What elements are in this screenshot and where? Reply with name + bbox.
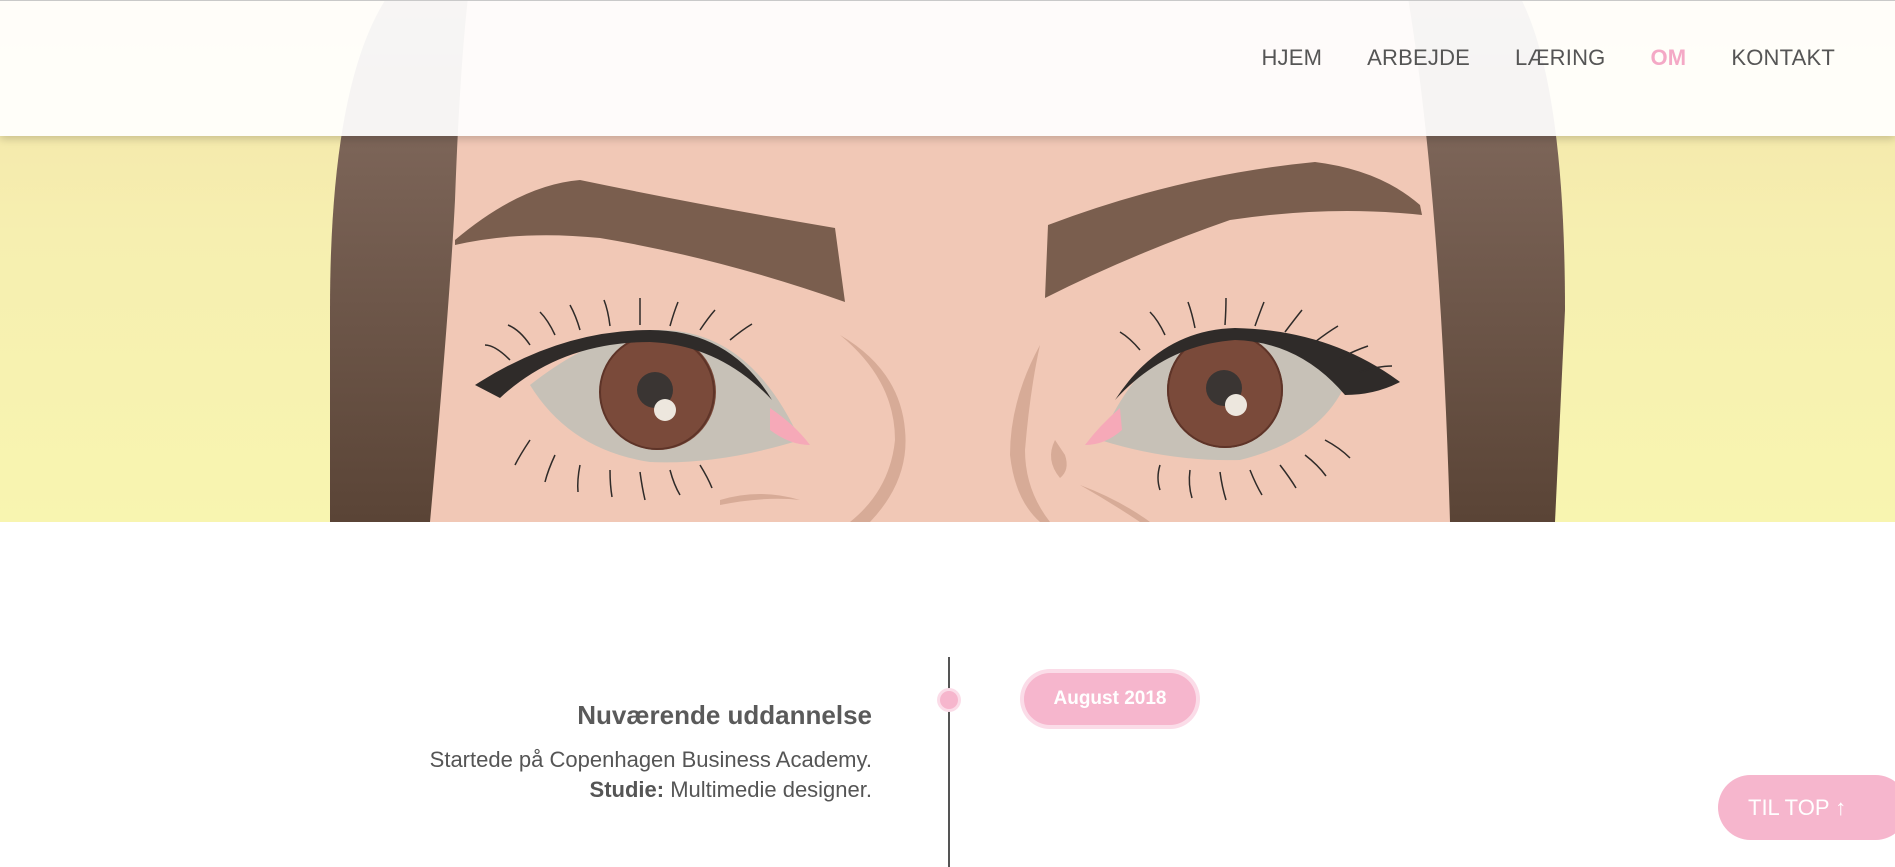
- to-top-button[interactable]: TIL TOP ↑: [1718, 775, 1895, 840]
- nav-link-om[interactable]: OM: [1650, 45, 1686, 70]
- timeline-line: [948, 657, 950, 867]
- nav-link-kontakt[interactable]: KONTAKT: [1731, 45, 1835, 70]
- nav-item-kontakt: KONTAKT: [1731, 45, 1835, 71]
- top-navbar: HJEM ARBEJDE LÆRING OM KONTAKT: [0, 0, 1895, 136]
- nav-item-hjem: HJEM: [1261, 45, 1322, 71]
- nav-link-hjem[interactable]: HJEM: [1261, 45, 1322, 70]
- timeline-entry-text: Startede på Copenhagen Business Academy.…: [430, 745, 872, 805]
- nav-menu: HJEM ARBEJDE LÆRING OM KONTAKT: [1261, 45, 1835, 71]
- timeline-entry-title: Nuværende uddannelse: [577, 700, 872, 730]
- timeline-study-value: Multimedie designer.: [664, 777, 872, 802]
- timeline-dot: [940, 691, 958, 709]
- timeline-entry-line1: Startede på Copenhagen Business Academy.: [429, 747, 872, 772]
- nav-item-arbejde: ARBEJDE: [1367, 45, 1470, 71]
- timeline-date-badge: August 2018: [1024, 673, 1196, 725]
- nav-link-arbejde[interactable]: ARBEJDE: [1367, 45, 1470, 70]
- nav-link-laering[interactable]: LÆRING: [1515, 45, 1605, 70]
- timeline-study-label: Studie:: [589, 777, 665, 802]
- to-top-label: TIL TOP ↑: [1748, 794, 1847, 820]
- nav-item-laering: LÆRING: [1515, 45, 1605, 71]
- nav-item-om: OM: [1650, 45, 1686, 71]
- timeline-entry: Nuværende uddannelse Startede på Copenha…: [430, 700, 872, 805]
